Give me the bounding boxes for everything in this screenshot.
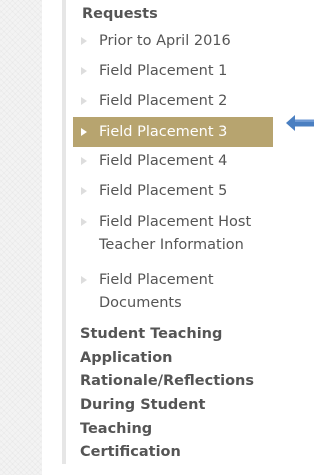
- caret-right-icon: [81, 97, 87, 105]
- nav-subitem-field-placement-5[interactable]: Field Placement 5: [73, 180, 273, 203]
- nav-subitem-label: Prior to April 2016: [99, 33, 231, 49]
- nav-item-student-teaching-application[interactable]: Student Teaching Application: [80, 323, 270, 370]
- nav-item-rationale-reflections[interactable]: Rationale/Reflections: [80, 370, 270, 394]
- nav-subitem-field-placement-3[interactable]: Field Placement 3: [73, 117, 273, 147]
- nav-subitem-prior-to-april-2016[interactable]: Prior to April 2016: [73, 30, 273, 53]
- nav-subitem-label: Field Placement Documents: [99, 272, 214, 311]
- caret-right-icon: [81, 187, 87, 195]
- caret-right-icon: [81, 128, 87, 136]
- caret-right-icon: [81, 157, 87, 165]
- page: Requests Prior to April 2016 Field Place…: [0, 0, 315, 475]
- nav-subitem-label: Field Placement Host Teacher Information: [99, 214, 252, 253]
- caret-right-icon: [81, 218, 87, 226]
- nav-subitem-label: Field Placement 5: [99, 183, 228, 199]
- left-arrow-icon: [286, 115, 314, 131]
- nav-subitem-field-placement-host-teacher-information[interactable]: Field Placement Host Teacher Information: [73, 211, 263, 257]
- nav-subitem-label: Field Placement 1: [99, 63, 228, 79]
- nav-subitem-label: Field Placement 4: [99, 153, 228, 169]
- left-gutter: [0, 0, 42, 475]
- nav-subitem-label: Field Placement 3: [99, 124, 228, 140]
- nav-subitem-field-placement-1[interactable]: Field Placement 1: [73, 60, 273, 83]
- caret-right-icon: [81, 276, 87, 284]
- nav-subitem-field-placement-4[interactable]: Field Placement 4: [73, 150, 273, 173]
- nav-subitem-label: Field Placement 2: [99, 93, 228, 109]
- caret-right-icon: [81, 67, 87, 75]
- nav-item-requests[interactable]: Requests: [82, 4, 158, 24]
- nav-subitem-field-placement-documents[interactable]: Field Placement Documents: [73, 269, 223, 315]
- sidebar-nav: Requests Prior to April 2016 Field Place…: [62, 0, 281, 464]
- nav-subitem-field-placement-2[interactable]: Field Placement 2: [73, 90, 273, 113]
- nav-item-certification[interactable]: Certification: [80, 441, 270, 465]
- nav-item-during-student-teaching[interactable]: During Student Teaching: [80, 394, 220, 441]
- caret-right-icon: [81, 37, 87, 45]
